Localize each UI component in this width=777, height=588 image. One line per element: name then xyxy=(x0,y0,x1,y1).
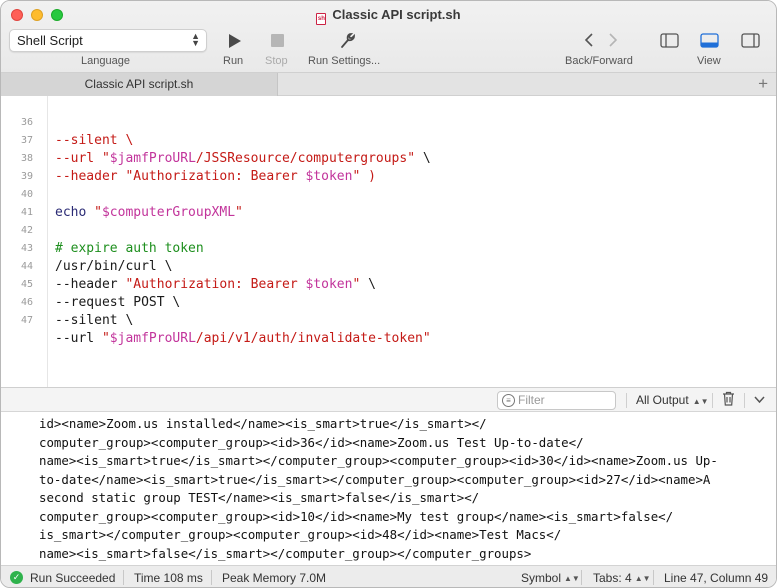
code-line: 39 xyxy=(1,150,776,182)
run-status: Run Succeeded xyxy=(30,571,116,585)
forward-arrow-icon[interactable] xyxy=(608,33,618,47)
console-output[interactable]: id><name>Zoom.us installed</name><is_sma… xyxy=(1,412,776,565)
divider xyxy=(712,393,713,408)
output-line: computer_group><computer_group><id>36</i… xyxy=(39,434,584,450)
backforward-label: Back/Forward xyxy=(565,55,633,67)
output-select-value: All Output xyxy=(636,393,689,407)
language-select-value: Shell Script xyxy=(17,33,83,48)
output-line: name><is_smart>false</is_smart></compute… xyxy=(39,545,532,561)
code-line: 42 # expire auth token xyxy=(1,204,776,256)
bottom-panel-icon[interactable] xyxy=(700,33,719,48)
code-line: 45 --request POST \ xyxy=(1,258,776,310)
filter-icon: ≡ xyxy=(502,394,515,407)
toolbar: sh Classic API script.sh Shell Script ▲ ▼ … xyxy=(1,1,776,72)
right-panel-icon[interactable] xyxy=(741,33,760,48)
filter-placeholder: Filter xyxy=(518,393,545,407)
code-line: 44 --header "Authorization: Bearer $toke… xyxy=(1,240,776,292)
code-token: --url xyxy=(55,331,102,346)
divider xyxy=(123,570,124,585)
updown-arrows-icon: ▲▼ xyxy=(692,397,709,406)
divider xyxy=(653,570,654,585)
output-line: second static group TEST</name><is_smart… xyxy=(39,490,480,505)
tabs-select-value: Tabs: 4 xyxy=(593,571,632,585)
code-line: 36 --silent \ xyxy=(1,96,776,148)
shell-script-file-icon: sh xyxy=(316,13,327,25)
window-title-text: Classic API script.sh xyxy=(332,7,461,22)
script-editor-window: sh Classic API script.sh Shell Script ▲ ▼ … xyxy=(0,0,777,588)
output-line: name><is_smart>true</is_smart></computer… xyxy=(39,453,718,468)
add-tab-icon[interactable]: + xyxy=(758,74,768,94)
tab-classic-api-script[interactable]: Classic API script.sh xyxy=(1,73,278,96)
line-number: 47 xyxy=(20,315,33,326)
run-time: Time 108 ms xyxy=(134,571,203,585)
left-panel-icon[interactable] xyxy=(660,33,679,48)
filter-input[interactable]: ≡ Filter xyxy=(497,391,616,410)
divider xyxy=(211,570,212,585)
tabs-select[interactable]: Tabs: 4 ▲▼ xyxy=(593,571,651,585)
code-line: 37 --url "$jamfProURL/JSSResource/comput… xyxy=(1,114,776,166)
run-icon[interactable] xyxy=(227,33,243,49)
stop-label: Stop xyxy=(265,55,288,67)
checkmark-icon: ✓ xyxy=(10,571,23,584)
code-editor[interactable]: 36 --silent \ 37 --url "$jamfProURL/JSSR… xyxy=(1,96,776,387)
code-text: --silent \ xyxy=(55,313,134,328)
symbol-select-value: Symbol xyxy=(521,571,562,585)
code-line: 46 --silent \ xyxy=(1,276,776,328)
run-settings-label: Run Settings... xyxy=(308,55,381,67)
code-token: $jamfProURL xyxy=(109,331,196,346)
cursor-position: Line 47, Column 49 xyxy=(664,571,769,585)
updown-arrows-icon: ▲▼ xyxy=(191,31,200,48)
output-line: computer_group><computer_group><id>10</i… xyxy=(39,508,674,524)
code-line: 41 xyxy=(1,186,776,218)
updown-arrows-icon: ▲▼ xyxy=(634,574,651,583)
code-token: /api/v1/auth/invalidate-token" xyxy=(195,331,431,346)
output-line: to-date</name><is_smart>true</is_smart><… xyxy=(39,471,711,487)
updown-arrows-icon: ▲▼ xyxy=(564,574,580,583)
code-line: 38 --header "Authorization: Bearer $toke… xyxy=(1,132,776,184)
back-arrow-icon[interactable] xyxy=(584,33,594,47)
code-line: 40 echo "$computerGroupXML" xyxy=(1,168,776,220)
stop-icon[interactable] xyxy=(271,34,284,47)
tab-bar: Classic API script.sh + xyxy=(1,72,776,96)
status-bar: ✓ Run Succeeded Time 108 ms Peak Memory … xyxy=(1,565,776,587)
language-label: Language xyxy=(81,55,130,67)
divider xyxy=(626,393,627,408)
output-line: id><name>Zoom.us installed</name><is_sma… xyxy=(39,416,487,431)
output-select[interactable]: All Output ▲▼ xyxy=(636,393,709,407)
view-label: View xyxy=(697,55,721,67)
peak-memory: Peak Memory 7.0M xyxy=(222,571,327,585)
code-line: 43 /usr/bin/curl \ xyxy=(1,222,776,274)
console-toolbar: ≡ Filter All Output ▲▼ xyxy=(1,387,776,412)
divider xyxy=(581,570,582,585)
symbol-select[interactable]: Symbol ▲▼ xyxy=(521,571,580,585)
output-line: is_smart></computer_group><computer_grou… xyxy=(39,527,562,542)
run-label: Run xyxy=(223,55,244,67)
window-title: sh Classic API script.sh xyxy=(1,7,776,25)
chevron-down-icon[interactable] xyxy=(754,396,765,404)
wrench-icon[interactable] xyxy=(339,32,355,49)
code-token: " xyxy=(101,331,110,346)
divider xyxy=(744,393,745,408)
language-select[interactable]: Shell Script ▲ ▼ xyxy=(9,29,207,52)
trash-icon[interactable] xyxy=(722,391,735,406)
code-line: 47 --url "$jamfProURL/api/v1/auth/invali… xyxy=(1,294,776,346)
